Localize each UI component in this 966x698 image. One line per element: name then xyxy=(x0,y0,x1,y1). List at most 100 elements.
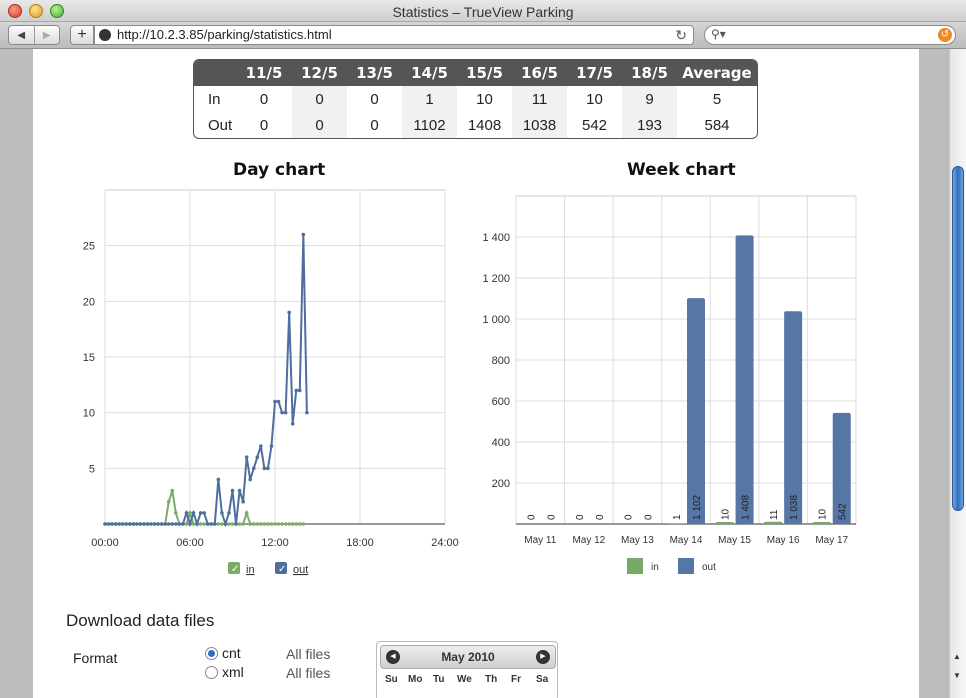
all-files-link[interactable]: All files xyxy=(286,646,330,662)
table-row: In 0 0 0 1 10 11 10 9 5 xyxy=(194,86,757,112)
snapback-icon[interactable]: ↺ xyxy=(938,28,952,42)
forward-arrow-icon: ▶ xyxy=(42,29,51,41)
legend-swatch-in xyxy=(627,558,643,574)
table-cell: 0 xyxy=(292,112,347,138)
address-bar[interactable]: http://10.2.3.85/parking/statistics.html… xyxy=(94,25,694,45)
bar-out xyxy=(784,311,803,524)
data-point xyxy=(138,522,143,526)
table-cell: 584 xyxy=(704,116,730,134)
calendar-month: May 2010 xyxy=(441,650,495,664)
add-bookmark-button[interactable]: + xyxy=(70,25,94,45)
data-point xyxy=(297,522,302,526)
weekday-label: We xyxy=(457,674,472,685)
data-point xyxy=(120,522,125,526)
row-label: Out xyxy=(208,116,233,134)
table-cell: 0 xyxy=(292,86,347,112)
table-cell: 10 xyxy=(586,90,603,108)
data-point xyxy=(127,522,132,526)
window-title: Statistics – TrueView Parking xyxy=(392,4,574,20)
legend-label-in: in xyxy=(651,562,659,573)
y-tick-label: 1 200 xyxy=(482,273,510,285)
data-point xyxy=(301,522,306,526)
download-title: Download data files xyxy=(66,611,215,630)
table-header-cell: 11/5 xyxy=(236,60,292,86)
data-label: 1 408 xyxy=(741,495,752,520)
data-point xyxy=(283,522,288,526)
data-point xyxy=(166,522,171,526)
all-files-link[interactable]: All files xyxy=(286,665,330,681)
table-cell: 9 xyxy=(622,86,677,112)
data-point xyxy=(227,511,231,515)
data-point xyxy=(273,399,277,404)
x-tick-label: 06:00 xyxy=(176,537,204,549)
legend-label-out: out xyxy=(702,562,716,573)
data-point xyxy=(117,522,121,526)
y-tick-label: 1 000 xyxy=(482,314,510,326)
reload-icon[interactable]: ↻ xyxy=(675,26,687,44)
table-cell: 542 xyxy=(581,116,608,134)
data-point xyxy=(135,522,139,526)
x-tick-label: May 14 xyxy=(670,535,703,546)
weekday-label: Th xyxy=(485,674,498,685)
row-label: In xyxy=(208,90,221,108)
weekday-label: Tu xyxy=(433,674,445,685)
table-header-row: 11/5 12/5 13/5 14/5 15/5 16/5 17/5 18/5 … xyxy=(194,60,757,86)
y-tick-label: 400 xyxy=(492,437,510,449)
data-point xyxy=(163,522,168,526)
vertical-scrollbar[interactable]: ▲ ▼ xyxy=(949,49,966,698)
data-point xyxy=(152,522,157,526)
data-point xyxy=(174,522,178,526)
table-header-cell: 14/5 xyxy=(402,60,457,86)
data-point xyxy=(241,499,245,504)
data-point xyxy=(209,522,214,526)
data-point xyxy=(287,310,291,315)
week-chart: 2004006008001 0001 2001 400May 110 0May 1… xyxy=(482,195,857,574)
data-point xyxy=(280,522,284,526)
y-tick-label: 5 xyxy=(89,463,95,475)
data-point xyxy=(230,488,235,493)
x-tick-label: May 15 xyxy=(718,535,751,546)
data-point xyxy=(191,511,196,515)
data-point xyxy=(184,522,189,526)
x-tick-label: May 12 xyxy=(572,535,605,546)
scroll-down-icon[interactable]: ▼ xyxy=(953,671,961,680)
data-label: 0 xyxy=(595,514,606,520)
data-point xyxy=(294,388,299,393)
table-cell: 0 xyxy=(259,90,269,108)
table-cell: 1408 xyxy=(467,116,502,134)
table-header-cell: 13/5 xyxy=(347,60,402,86)
weekday-label: Mo xyxy=(408,674,423,685)
format-option-label: xml xyxy=(222,664,244,680)
data-point xyxy=(191,522,196,526)
bar-out xyxy=(687,298,705,524)
data-point xyxy=(297,388,302,393)
scrollbar-thumb[interactable] xyxy=(952,166,964,511)
data-point xyxy=(251,522,256,526)
data-point xyxy=(159,522,164,526)
data-point xyxy=(216,477,221,482)
next-month-icon[interactable]: ▶ xyxy=(536,650,550,664)
format-radio-cnt[interactable] xyxy=(205,647,218,660)
format-radio-xml[interactable] xyxy=(205,666,218,679)
y-tick-label: 15 xyxy=(83,352,95,364)
data-point xyxy=(262,522,267,526)
data-point xyxy=(276,399,281,404)
data-point xyxy=(241,522,245,526)
data-label: 11 xyxy=(769,509,780,520)
y-tick-label: 800 xyxy=(492,355,510,367)
back-button[interactable]: ◀ xyxy=(9,26,34,44)
data-point xyxy=(177,522,182,526)
data-label: 10 xyxy=(721,508,732,520)
page-content: 11/5 12/5 13/5 14/5 15/5 16/5 17/5 18/5 … xyxy=(33,49,919,698)
search-field[interactable]: ⚲▾ ↺ xyxy=(704,25,956,45)
weekday-label: Fr xyxy=(511,674,521,685)
table-row: Out 0 0 0 1102 1408 1038 542 193 584 xyxy=(194,112,757,138)
data-point xyxy=(198,511,203,515)
legend-label-in: in xyxy=(246,564,255,576)
data-point xyxy=(174,511,178,515)
forward-button[interactable]: ▶ xyxy=(33,26,60,44)
table-cell: 1102 xyxy=(402,112,457,138)
bar-in xyxy=(812,521,831,524)
data-point xyxy=(259,522,263,526)
scroll-up-icon[interactable]: ▲ xyxy=(953,652,961,661)
